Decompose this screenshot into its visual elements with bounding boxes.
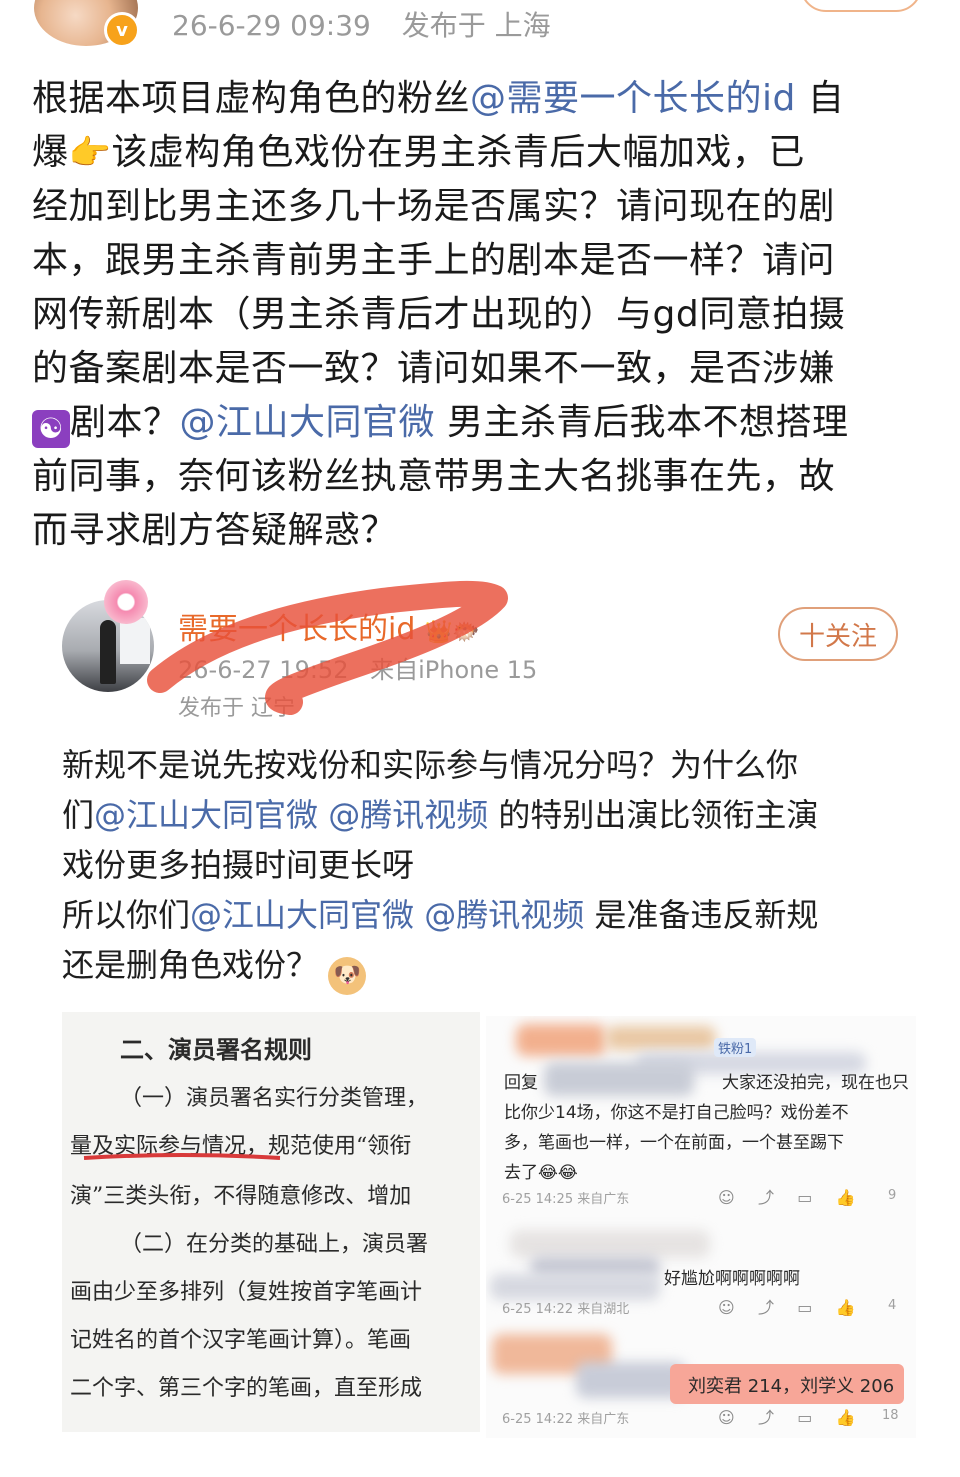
like-count: 9 (888, 1188, 897, 1203)
post-line: 根据本项目虚构角色的粉丝@需要一个长长的id 自 (32, 78, 845, 119)
post-time: 26-6-29 09:39 (172, 9, 371, 42)
document-image[interactable]: 二、演员署名规则 （一）演员署名实行分类管理， 量及实际参与情况，规范使用“领衔… (62, 1012, 480, 1432)
quoted-location: 发布于 辽宁 (178, 696, 295, 721)
mention-link[interactable]: @江山大同官微 (180, 402, 436, 443)
comment-meta: 6-25 14:25 来自广东 (502, 1192, 630, 1207)
post-line: 经加到比男主还多几十场是否属实？请问现在的剧 (32, 186, 836, 227)
quoted-line: 还是删角色戏份？ 🐶 (62, 940, 922, 995)
top-follow-button[interactable] (800, 0, 922, 12)
quoted-time: 26-6-27 19:52 (178, 656, 349, 684)
quoted-username[interactable]: 需要一个长长的id 👑🐡 (178, 604, 480, 648)
pointing-hand-icon: 👉 (68, 133, 112, 173)
post-line: 本，跟男主杀青前男主手上的剧本是否一样？请问 (32, 240, 836, 281)
quoted-source: 来自iPhone 15 (370, 656, 538, 684)
post-meta: 26-6-29 09:39 发布于 上海 (172, 4, 573, 44)
red-underline-mark (83, 1153, 281, 1160)
follow-button[interactable]: 十关注 (778, 607, 898, 661)
mention-link[interactable]: @腾讯视频 (328, 796, 488, 834)
doc-line: （二）在分类的基础上，演员署 (120, 1232, 429, 1257)
crown-icon: 👑🐡 (424, 620, 480, 645)
quoted-line: 戏份更多拍摄时间更长呀 (62, 846, 415, 884)
doc-line: 二个字、第三个字的笔画，直至形成 (70, 1376, 423, 1401)
doc-line: （一）演员署名实行分类管理， (120, 1086, 429, 1111)
quoted-meta: 26-6-27 19:52 来自iPhone 15 (178, 650, 551, 685)
doc-line: 记姓名的首个汉字笔画计算）。笔画 (70, 1328, 412, 1353)
comment-meta: 6-25 14:22 来自湖北 (502, 1302, 630, 1317)
dog-emoji-icon: 🐶 (328, 957, 367, 995)
like-count: 18 (882, 1408, 899, 1423)
verified-badge-icon: v (104, 12, 140, 48)
doc-line: 演”三类头衔，不得随意修改、增加 (70, 1184, 412, 1209)
mention-link[interactable]: @腾讯视频 (424, 896, 584, 934)
mention-link[interactable]: @江山大同官微 (190, 896, 414, 934)
post-line: 爆👉该虚构角色戏份在男主杀青后大幅加戏，已 (32, 126, 932, 180)
comment-action-icons[interactable]: ☺ ⤴ ▭ 👍 (718, 1294, 858, 1318)
post-body: 根据本项目虚构角色的粉丝@需要一个长长的id 自 爆👉该虚构角色戏份在男主杀青后… (32, 72, 932, 558)
fan-badge: 铁粉1 (714, 1038, 757, 1057)
post-line: 而寻求剧方答疑解惑？ (32, 510, 398, 551)
quoted-line: 们@江山大同官微 @腾讯视频 的特别出演比领衔主演 (62, 796, 819, 834)
post-line: 前同事，奈何该粉丝执意带男主大名挑事在先，故 (32, 456, 836, 497)
quoted-line: 所以你们@江山大同官微 @腾讯视频 是准备违反新规 (62, 896, 819, 934)
doc-heading: 二、演员署名规则 (120, 1035, 312, 1064)
post-line: 的备案剧本是否一致？请问如果不一致，是否涉嫌 (32, 348, 836, 389)
quoted-line: 新规不是说先按戏份和实际参与情况分吗？为什么你 (62, 746, 799, 784)
doc-line: 画由少至多排列（复姓按首字笔画计 (70, 1280, 423, 1305)
mention-link[interactable]: @江山大同官微 (94, 796, 318, 834)
comments-screenshot-image[interactable]: 铁粉1 回复 大家还没拍完，现在也只 比你少14场，你这不是打自己脸吗？戏份差不… (486, 1016, 916, 1438)
comment-meta: 6-25 14:22 来自广东 (502, 1412, 630, 1427)
comment-action-icons[interactable]: ☺ ⤴ ▭ 👍 (718, 1404, 858, 1428)
mention-link[interactable]: @需要一个长长的id (470, 78, 796, 119)
post-line: 网传新剧本（男主杀青后才出现的）与gd同意拍摄 (32, 294, 846, 335)
yin-yang-icon: ☯ (32, 410, 70, 448)
post-location: 发布于 上海 (401, 9, 551, 42)
quoted-body: 新规不是说先按戏份和实际参与情况分吗？为什么你 们@江山大同官微 @腾讯视频 的… (62, 740, 922, 995)
like-count: 4 (888, 1298, 897, 1313)
flower-decoration-icon (104, 580, 148, 624)
comment-action-icons[interactable]: ☺ ⤴ ▭ 👍 (718, 1184, 858, 1208)
post-line: ☯ 剧本？@江山大同官微 男主杀青后我本不想搭理 (32, 396, 932, 450)
